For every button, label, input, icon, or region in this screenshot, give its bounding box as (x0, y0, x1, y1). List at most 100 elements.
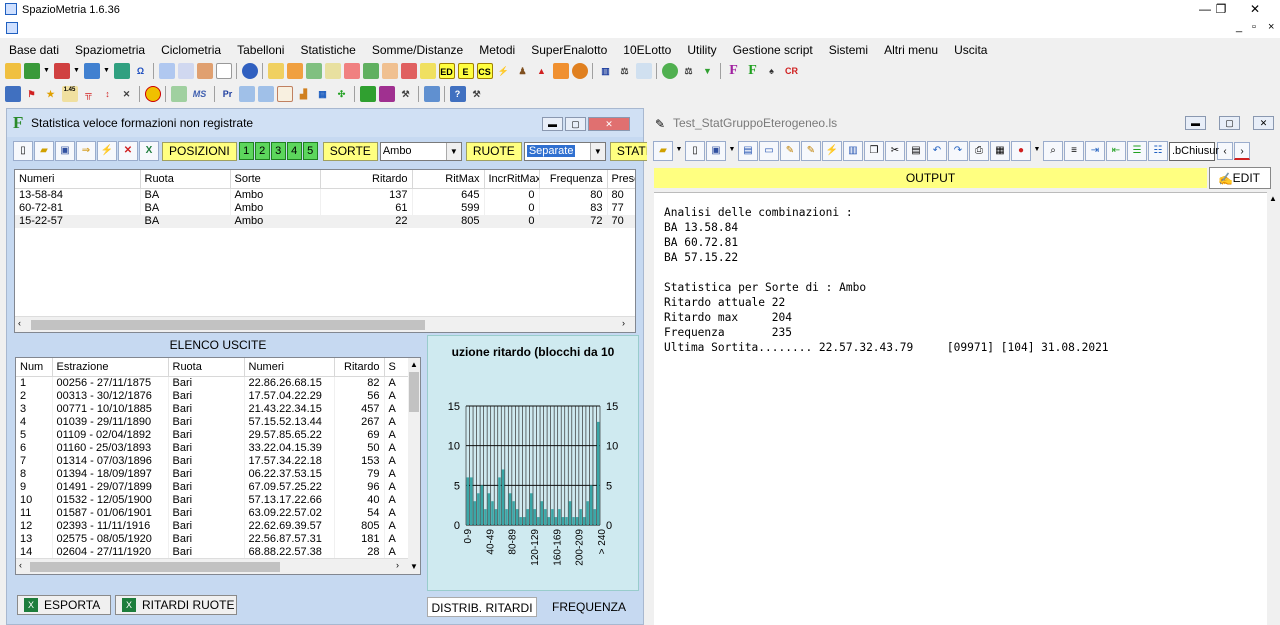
table-red2-icon[interactable] (400, 63, 417, 79)
tab-frequenza[interactable]: FREQUENZA (539, 597, 639, 617)
list-icon[interactable]: ☰ (1127, 141, 1147, 161)
wave-icon[interactable] (170, 86, 187, 102)
table-row[interactable]: 1 00256 - 27/11/1875 Bari 22.86.26.68.15 82 A (16, 376, 409, 390)
edit-icon[interactable]: ✎ (780, 141, 800, 161)
table-red-icon[interactable] (343, 63, 360, 79)
script-maximize-button[interactable]: ▢ (1219, 116, 1240, 130)
mdi-minimize[interactable]: _ (1236, 21, 1242, 33)
menu-item-ciclometria[interactable]: Ciclometria (152, 43, 228, 57)
table2-header[interactable]: Estrazione (52, 358, 169, 377)
numbers-icon[interactable]: 1.45 (61, 86, 78, 102)
open-icon[interactable]: ▰ (34, 141, 54, 161)
menu-item-10elotto[interactable]: 10ELotto (614, 43, 678, 57)
keyboard-icon[interactable] (238, 86, 255, 102)
cr-icon[interactable]: CR (783, 63, 801, 79)
format-icon[interactable]: ☷ (1148, 141, 1168, 161)
scroll-left-icon[interactable]: ‹ (19, 560, 22, 570)
tools-green-icon[interactable] (359, 86, 376, 102)
table2-header[interactable]: S (384, 358, 409, 377)
stat-minimize-button[interactable]: ▬ (542, 117, 563, 131)
redo-icon[interactable]: ↷ (948, 141, 968, 161)
pos-button-2[interactable]: 2 (254, 142, 270, 160)
table-row[interactable]: 13-58-84 BA Ambo 137 645 0 80 80 (15, 188, 635, 202)
menu-item-base-dati[interactable]: Base dati (0, 43, 66, 57)
table1-header[interactable]: Ruota (140, 170, 231, 189)
scroll-thumb[interactable] (30, 562, 280, 572)
ball-blue-icon[interactable] (83, 63, 100, 79)
menu-item-gestione-script[interactable]: Gestione script (724, 43, 820, 57)
menu-item-sistemi[interactable]: Sistemi (820, 43, 875, 57)
table-row[interactable]: 10 01532 - 12/05/1900 Bari 57.13.17.22.66 40… (16, 493, 409, 507)
wheel-icon[interactable] (571, 63, 588, 79)
ritardi-ruote-button[interactable]: X RITARDI RUOTE (115, 595, 237, 615)
table2-header[interactable]: Ritardo (334, 358, 385, 377)
menu-item-tabelloni[interactable]: Tabelloni (228, 43, 291, 57)
cut-icon[interactable]: ✂ (885, 141, 905, 161)
stat-maximize-button[interactable]: ▢ (565, 117, 586, 131)
tools-purple-icon[interactable] (378, 86, 395, 102)
table-row[interactable]: 2 00313 - 30/12/1876 Bari 17.57.04.22.29 56 A (16, 389, 409, 403)
pos-button-4[interactable]: 4 (286, 142, 302, 160)
table-orange-icon[interactable] (286, 63, 303, 79)
menu-item-utility[interactable]: Utility (678, 43, 723, 57)
f-purple-icon[interactable]: F (726, 63, 742, 79)
dropdown-arrow-icon[interactable]: ▼ (73, 63, 81, 79)
chart-orange-icon[interactable]: ▟ (296, 86, 312, 102)
page-icon[interactable] (215, 63, 232, 79)
e-icon[interactable]: E (457, 63, 474, 79)
figure-icon[interactable]: ♟ (515, 63, 531, 79)
copy-icon[interactable]: ❐ (864, 141, 884, 161)
indent-icon[interactable]: ⇥ (1085, 141, 1105, 161)
keyboard2-icon[interactable] (423, 86, 440, 102)
ed-icon[interactable]: ED (438, 63, 455, 79)
table-row[interactable]: 9 01491 - 29/07/1899 Bari 67.09.57.25.22 96 A (16, 480, 409, 494)
run-icon[interactable]: ● (1011, 141, 1031, 161)
scroll-thumb[interactable] (31, 320, 425, 330)
window-icon[interactable] (4, 86, 21, 102)
table1-header[interactable]: Prese (607, 170, 635, 189)
scroll-up-icon[interactable]: ▲ (1269, 194, 1277, 203)
dropdown-arrow-icon[interactable]: ▼ (103, 63, 111, 79)
ms-icon[interactable]: MS (190, 86, 210, 102)
filter-icon[interactable]: ▼ (700, 63, 716, 79)
table-row[interactable]: 5 01109 - 02/04/1892 Bari 29.57.85.65.22 69 A (16, 428, 409, 442)
table-row[interactable]: 3 00771 - 10/10/1885 Bari 21.43.22.34.15 457… (16, 402, 409, 416)
grid-orange-icon[interactable] (552, 63, 569, 79)
mdi-restore[interactable]: ▫ (1252, 21, 1256, 33)
menu-item-metodi[interactable]: Metodi (470, 43, 522, 57)
table-green-icon[interactable] (305, 63, 322, 79)
scroll-thumb[interactable] (409, 372, 419, 412)
new-icon[interactable]: ▯ (13, 141, 33, 161)
mdi-close[interactable]: × (1268, 21, 1274, 33)
bars-icon[interactable]: ▦ (315, 86, 331, 102)
scroll-down-icon[interactable]: ▼ (410, 562, 418, 571)
lightning-icon[interactable]: ⚡ (97, 141, 117, 161)
table-row[interactable]: 4 01039 - 29/11/1890 Bari 57.15.52.13.44 267… (16, 415, 409, 429)
table-row[interactable]: 14 02604 - 27/11/1920 Bari 68.88.22.57.38 28… (16, 545, 409, 559)
horizontal-scrollbar[interactable]: ‹ › (16, 558, 408, 574)
edit2-icon[interactable]: ✎ (801, 141, 821, 161)
search-icon[interactable]: ⌕ (1043, 141, 1063, 161)
edit-button[interactable]: ✍ EDIT (1209, 167, 1271, 189)
script-minimize-button[interactable]: ▬ (1185, 116, 1206, 130)
triangle-icon[interactable]: ▲ (534, 63, 550, 79)
menu-item-superenalotto[interactable]: SuperEnalotto (522, 43, 614, 57)
table1-header[interactable]: Frequenza (539, 170, 608, 189)
ruote-select[interactable]: Separate ▼ (523, 141, 606, 161)
print-icon[interactable]: ⎙ (969, 141, 989, 161)
stat-label[interactable]: STATI (609, 141, 652, 161)
align-icon[interactable]: ≡ (1064, 141, 1084, 161)
maximize-button[interactable]: ❐ (1206, 1, 1236, 18)
dropdown-arrow-icon[interactable]: ▼ (727, 141, 737, 161)
new-icon[interactable]: ▯ (685, 141, 705, 161)
table2-header[interactable]: Num (16, 358, 53, 377)
scatter-icon[interactable]: ✣ (334, 86, 350, 102)
horizontal-scrollbar[interactable]: ‹ › (15, 316, 635, 332)
sorte-select[interactable]: Ambo ▼ (379, 141, 462, 161)
grid-icon[interactable] (158, 63, 175, 79)
f-green-icon[interactable]: F (745, 63, 761, 79)
pos-button-5[interactable]: 5 (302, 142, 318, 160)
paste-icon[interactable]: ▤ (906, 141, 926, 161)
cross-tools-icon[interactable]: ✕ (119, 86, 135, 102)
dropdown-arrow-icon[interactable]: ▼ (43, 63, 51, 79)
